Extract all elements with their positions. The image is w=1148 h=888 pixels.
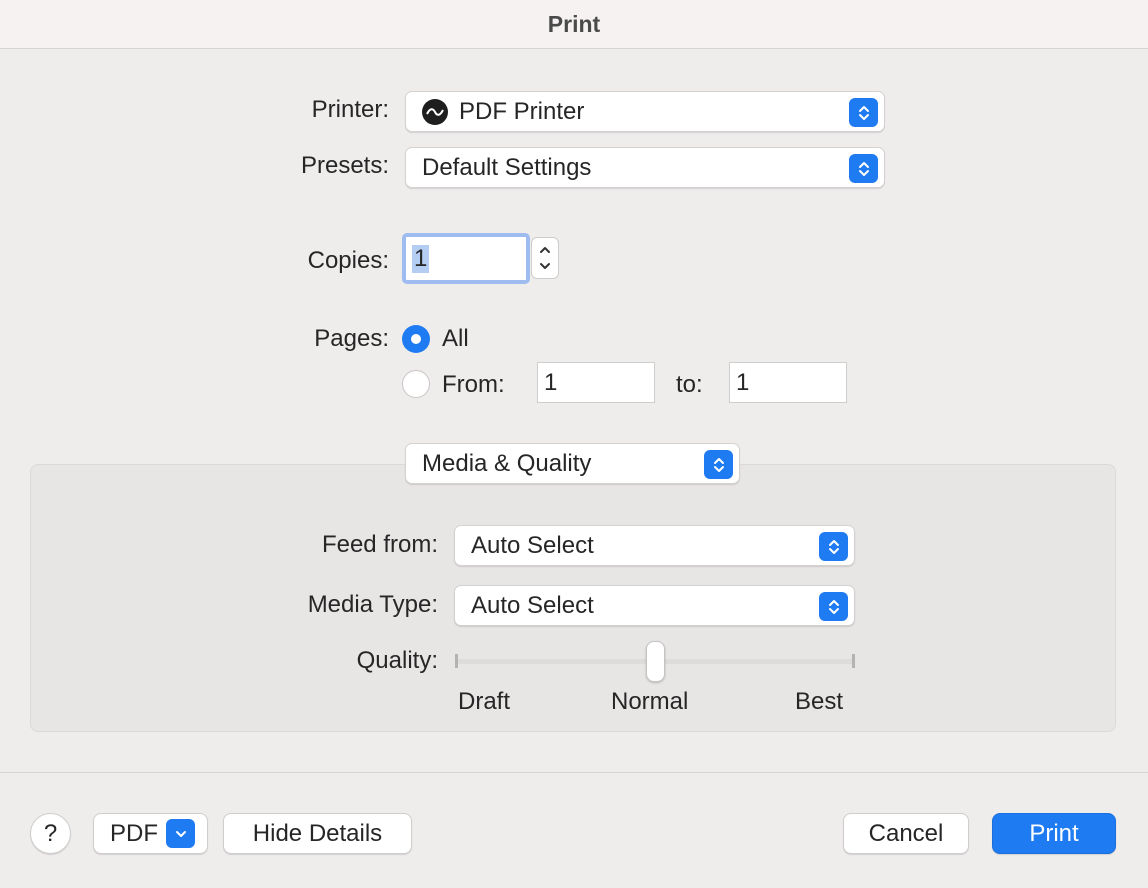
quality-normal-label: Normal	[611, 688, 689, 715]
quality-slider-knob[interactable]	[645, 641, 665, 682]
copies-input[interactable]: 1	[402, 233, 530, 284]
quality-best-label: Best	[795, 688, 844, 715]
feed-from-popup[interactable]: Auto Select	[454, 525, 855, 566]
slider-tick-max	[852, 654, 855, 668]
quality-label: Quality:	[356, 647, 438, 674]
presets-value: Default Settings	[422, 153, 592, 181]
up-down-chevron-icon	[819, 532, 848, 561]
pages-label: Pages:	[314, 325, 389, 352]
feed-from-value: Auto Select	[471, 531, 594, 559]
pages-from-label: From:	[442, 371, 505, 398]
media-type-label: Media Type:	[307, 591, 438, 618]
window-title: Print	[547, 10, 601, 37]
pages-to-label: to:	[676, 371, 703, 398]
presets-popup[interactable]: Default Settings	[405, 147, 885, 188]
media-type-popup[interactable]: Auto Select	[454, 585, 855, 626]
slider-tick-min	[455, 654, 458, 668]
hide-details-button[interactable]: Hide Details	[223, 813, 412, 854]
quality-draft-label: Draft	[458, 688, 511, 715]
presets-label: Presets:	[300, 152, 389, 179]
feed-from-label: Feed from:	[321, 531, 438, 558]
pages-from-input[interactable]: 1	[537, 362, 655, 403]
printer-label: Printer:	[311, 96, 389, 123]
pdf-label: PDF	[110, 819, 158, 847]
copies-stepper[interactable]	[531, 237, 559, 279]
media-type-value: Auto Select	[471, 591, 594, 619]
print-button[interactable]: Print	[992, 813, 1116, 854]
printer-popup[interactable]: PDF Printer	[405, 91, 885, 132]
pages-all-label: All	[442, 325, 469, 352]
pdf-printer-icon	[422, 98, 448, 125]
up-down-chevron-icon	[704, 450, 733, 479]
copies-value: 1	[412, 244, 430, 273]
chevron-up-icon[interactable]	[538, 245, 552, 255]
pdf-menu-button[interactable]: PDF	[93, 813, 208, 854]
chevron-down-icon	[166, 819, 195, 848]
up-down-chevron-icon	[849, 98, 878, 127]
footer-divider	[0, 772, 1148, 773]
pages-all-radio[interactable]	[402, 325, 430, 353]
printer-value: PDF Printer	[459, 97, 585, 125]
pages-range-radio[interactable]	[402, 370, 430, 398]
chevron-down-icon[interactable]	[538, 261, 552, 271]
copies-label: Copies:	[307, 247, 389, 274]
cancel-button[interactable]: Cancel	[843, 813, 969, 854]
up-down-chevron-icon	[819, 592, 848, 621]
up-down-chevron-icon	[849, 154, 878, 183]
section-value: Media & Quality	[422, 449, 592, 477]
pages-to-input[interactable]: 1	[729, 362, 847, 403]
help-button[interactable]: ?	[30, 813, 71, 854]
section-popup[interactable]: Media & Quality	[405, 443, 740, 484]
title-bar: Print	[0, 0, 1148, 49]
